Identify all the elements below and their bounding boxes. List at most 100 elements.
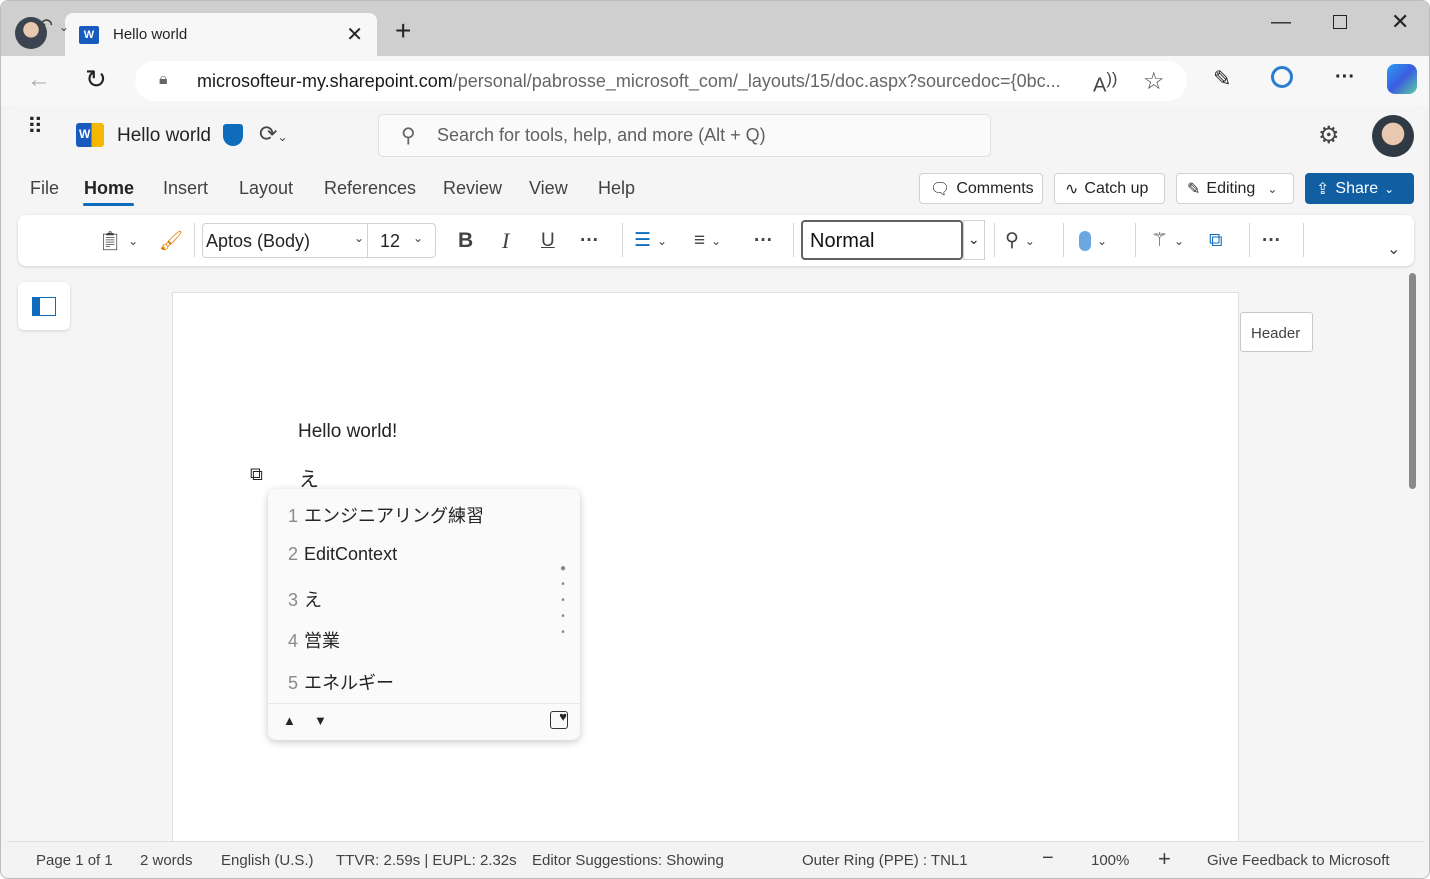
tab-layout[interactable]: Layout <box>239 178 293 199</box>
expand-ribbon-button[interactable]: ⌄ <box>1387 223 1400 274</box>
chevron-down-icon: ⌄ <box>128 234 138 248</box>
find-button[interactable]: ⚲⌄ <box>1005 215 1035 266</box>
header-label[interactable]: Header <box>1240 312 1313 352</box>
align-icon: ≡ <box>694 230 705 252</box>
zoom-level[interactable]: 100% <box>1091 852 1129 869</box>
search-input[interactable]: ⚲ Search for tools, help, and more (Alt … <box>378 114 991 157</box>
bullets-button[interactable]: ☰⌄ <box>634 215 667 266</box>
feedback-link[interactable]: Give Feedback to Microsoft <box>1207 852 1390 869</box>
url-domain: microsofteur-my.sharepoint.com <box>197 71 453 92</box>
chevron-down-icon: ⌄ <box>413 231 423 250</box>
close-tab-icon[interactable]: ✕ <box>346 22 363 47</box>
maximize-button[interactable] <box>1333 15 1347 29</box>
font-size-select[interactable]: 12 ⌄ <box>368 223 436 258</box>
format-painter-button[interactable]: 🖌︎ <box>159 215 183 266</box>
style-select[interactable]: Normal <box>801 220 963 260</box>
page-count[interactable]: Page 1 of 1 <box>36 852 113 869</box>
ring-info: Outer Ring (PPE) : TNL1 <box>802 852 968 869</box>
copilot-icon: ⧉ <box>1209 230 1223 252</box>
candidate-number: 1 <box>288 506 298 526</box>
tab-file[interactable]: File <box>30 178 59 199</box>
browser-tab[interactable]: W Hello world ✕ <box>65 13 377 56</box>
tab-review[interactable]: Review <box>443 178 502 199</box>
paste-button[interactable]: 📋︎⌄ <box>98 215 138 266</box>
tab-home[interactable]: Home <box>84 178 134 199</box>
tab-insert[interactable]: Insert <box>163 178 208 199</box>
editing-mode-button[interactable]: ✎Editing⌄ <box>1176 173 1294 204</box>
candidate-item[interactable]: 5エネルギー <box>288 669 394 695</box>
back-icon[interactable]: ← <box>27 66 51 94</box>
sync-icon[interactable]: ⟳⌄ <box>259 121 288 147</box>
tab-references[interactable]: References <box>324 178 416 199</box>
eyedropper-icon[interactable]: ✎ <box>1213 66 1231 92</box>
candidate-text: 営業 <box>304 631 340 651</box>
editing-label: Editing <box>1206 180 1255 198</box>
copilot-icon[interactable] <box>1387 64 1417 94</box>
designer-button[interactable]: ⚚⌄ <box>1151 215 1184 266</box>
font-size-value: 12 <box>380 231 400 250</box>
undo-button[interactable]: ↶⌄ <box>37 1 69 52</box>
language[interactable]: English (U.S.) <box>221 852 314 869</box>
document-title[interactable]: Hello world <box>117 125 211 147</box>
dictate-button[interactable]: ⌄ <box>1079 215 1107 266</box>
italic-button[interactable]: I <box>502 215 509 266</box>
more-options-button[interactable]: ··· <box>1262 215 1281 266</box>
active-tab-indicator <box>83 203 134 206</box>
close-window-button[interactable]: ✕ <box>1391 9 1409 35</box>
navigation-pane-button[interactable] <box>18 282 70 330</box>
account-avatar[interactable] <box>1372 115 1414 157</box>
share-label: Share <box>1335 180 1378 198</box>
style-dropdown-button[interactable]: ⌄ <box>963 220 985 260</box>
refresh-icon[interactable]: ↻ <box>85 64 107 95</box>
share-icon: ⇪ <box>1316 179 1329 199</box>
favorite-star-icon[interactable]: ☆ <box>1143 67 1165 96</box>
tab-help[interactable]: Help <box>598 178 635 199</box>
browser-more-button[interactable]: ··· <box>1335 66 1355 89</box>
copilot-inline-icon[interactable]: ⧉ <box>250 464 263 485</box>
share-button[interactable]: ⇪Share⌄ <box>1305 173 1414 204</box>
vertical-scrollbar[interactable] <box>1409 273 1416 489</box>
next-page-icon[interactable]: ▼ <box>314 713 327 728</box>
previous-page-icon[interactable]: ▲ <box>283 713 296 728</box>
chevron-down-icon: ⌄ <box>711 234 721 248</box>
candidate-item[interactable]: 4営業 <box>288 627 340 653</box>
bold-button[interactable]: B <box>458 215 473 266</box>
url-path: /personal/pabrosse_microsoft_com/_layout… <box>453 71 1061 92</box>
candidate-item[interactable]: 3え <box>288 586 322 612</box>
candidate-item[interactable]: 1エンジニアリング練習 <box>288 502 484 528</box>
sensitivity-shield-icon[interactable] <box>223 124 243 146</box>
extension-icon[interactable] <box>1271 66 1293 88</box>
catch-up-button[interactable]: ∿Catch up <box>1054 173 1165 204</box>
candidate-text: エネルギー <box>304 673 394 693</box>
underline-button[interactable]: U <box>541 215 555 266</box>
app-launcher-icon[interactable]: ⠿ <box>27 123 44 131</box>
read-aloud-icon[interactable]: A)) <box>1093 69 1117 98</box>
more-paragraph-button[interactable]: ··· <box>754 215 773 266</box>
new-tab-button[interactable]: + <box>395 15 411 47</box>
word-doc-icon: W <box>76 123 104 147</box>
style-value: Normal <box>810 230 874 252</box>
ime-candidate-window: 1エンジニアリング練習 2EditContext 3え 4営業 5エネルギー ●… <box>268 489 580 740</box>
minimize-button[interactable]: — <box>1271 11 1291 34</box>
more-font-button[interactable]: ··· <box>580 215 599 266</box>
url-field[interactable]: 🔒︎ microsofteur-my.sharepoint.com/person… <box>135 61 1187 101</box>
font-name-select[interactable]: Aptos (Body)⌄ <box>202 223 368 258</box>
font-name-value: Aptos (Body) <box>206 231 310 250</box>
candidate-item[interactable]: 2EditContext <box>288 544 397 565</box>
favorite-heart-icon[interactable]: ♥ <box>550 711 568 729</box>
editor-suggestions[interactable]: Editor Suggestions: Showing <box>532 852 724 869</box>
word-count[interactable]: 2 words <box>140 852 193 869</box>
divider <box>1063 223 1064 257</box>
undo-icon: ↶ <box>37 15 53 38</box>
document-text-line[interactable]: Hello world! <box>298 421 397 443</box>
divider <box>194 223 195 257</box>
copilot-button[interactable]: ⧉ <box>1209 215 1223 266</box>
zoom-in-button[interactable]: + <box>1158 846 1171 872</box>
settings-gear-icon[interactable]: ⚙ <box>1318 121 1340 150</box>
zoom-out-button[interactable]: − <box>1042 847 1054 870</box>
candidate-number: 3 <box>288 590 298 610</box>
align-button[interactable]: ≡⌄ <box>694 215 721 266</box>
comments-button[interactable]: 🗨︎Comments <box>919 173 1043 204</box>
pencil-icon: ✎ <box>1187 179 1200 199</box>
tab-view[interactable]: View <box>529 178 568 199</box>
